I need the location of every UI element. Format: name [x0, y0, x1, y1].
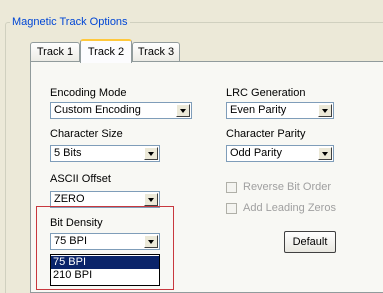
tab-track-3[interactable]: Track 3 — [132, 42, 180, 61]
character-size-select[interactable]: 5 Bits — [50, 145, 160, 162]
tab-track-1[interactable]: Track 1 — [30, 42, 80, 61]
character-parity-value: Odd Parity — [230, 147, 282, 159]
add-leading-zeros-checkbox[interactable] — [226, 203, 237, 214]
chevron-down-icon[interactable] — [318, 104, 332, 117]
chevron-down-icon[interactable] — [144, 193, 158, 206]
bit-density-option-75[interactable]: 75 BPI — [51, 256, 159, 269]
bit-density-dropdown-list: 75 BPI 210 BPI — [50, 254, 160, 286]
lrc-generation-value: Even Parity — [230, 104, 287, 116]
reverse-bit-order-checkbox[interactable] — [226, 182, 237, 193]
character-size-value: 5 Bits — [54, 147, 82, 159]
group-title: Magnetic Track Options — [10, 16, 130, 29]
ascii-offset-value: ZERO — [54, 193, 85, 205]
chevron-down-icon[interactable] — [318, 147, 332, 160]
character-parity-label: Character Parity — [226, 128, 306, 140]
chevron-down-icon[interactable] — [176, 104, 190, 117]
lrc-generation-label: LRC Generation — [226, 87, 306, 99]
lrc-generation-select[interactable]: Even Parity — [226, 102, 334, 119]
chevron-down-icon[interactable] — [144, 147, 158, 160]
tab-track-2[interactable]: Track 2 — [80, 39, 132, 63]
character-parity-select[interactable]: Odd Parity — [226, 145, 334, 162]
encoding-mode-value: Custom Encoding — [54, 104, 141, 116]
encoding-mode-select[interactable]: Custom Encoding — [50, 102, 192, 119]
bit-density-option-210[interactable]: 210 BPI — [51, 269, 159, 282]
add-leading-zeros-label: Add Leading Zeros — [243, 202, 336, 214]
character-size-label: Character Size — [50, 128, 123, 140]
default-button[interactable]: Default — [284, 231, 336, 253]
encoding-mode-label: Encoding Mode — [50, 87, 127, 99]
reverse-bit-order-label: Reverse Bit Order — [243, 181, 332, 193]
ascii-offset-label: ASCII Offset — [50, 173, 111, 185]
